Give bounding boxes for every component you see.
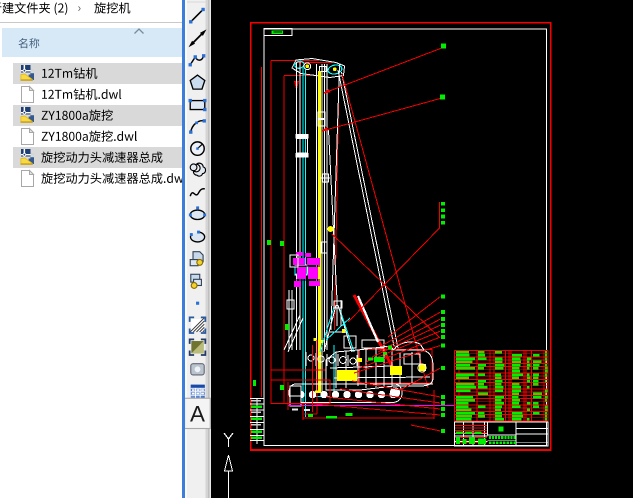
svg-text:A: A <box>190 401 205 426</box>
